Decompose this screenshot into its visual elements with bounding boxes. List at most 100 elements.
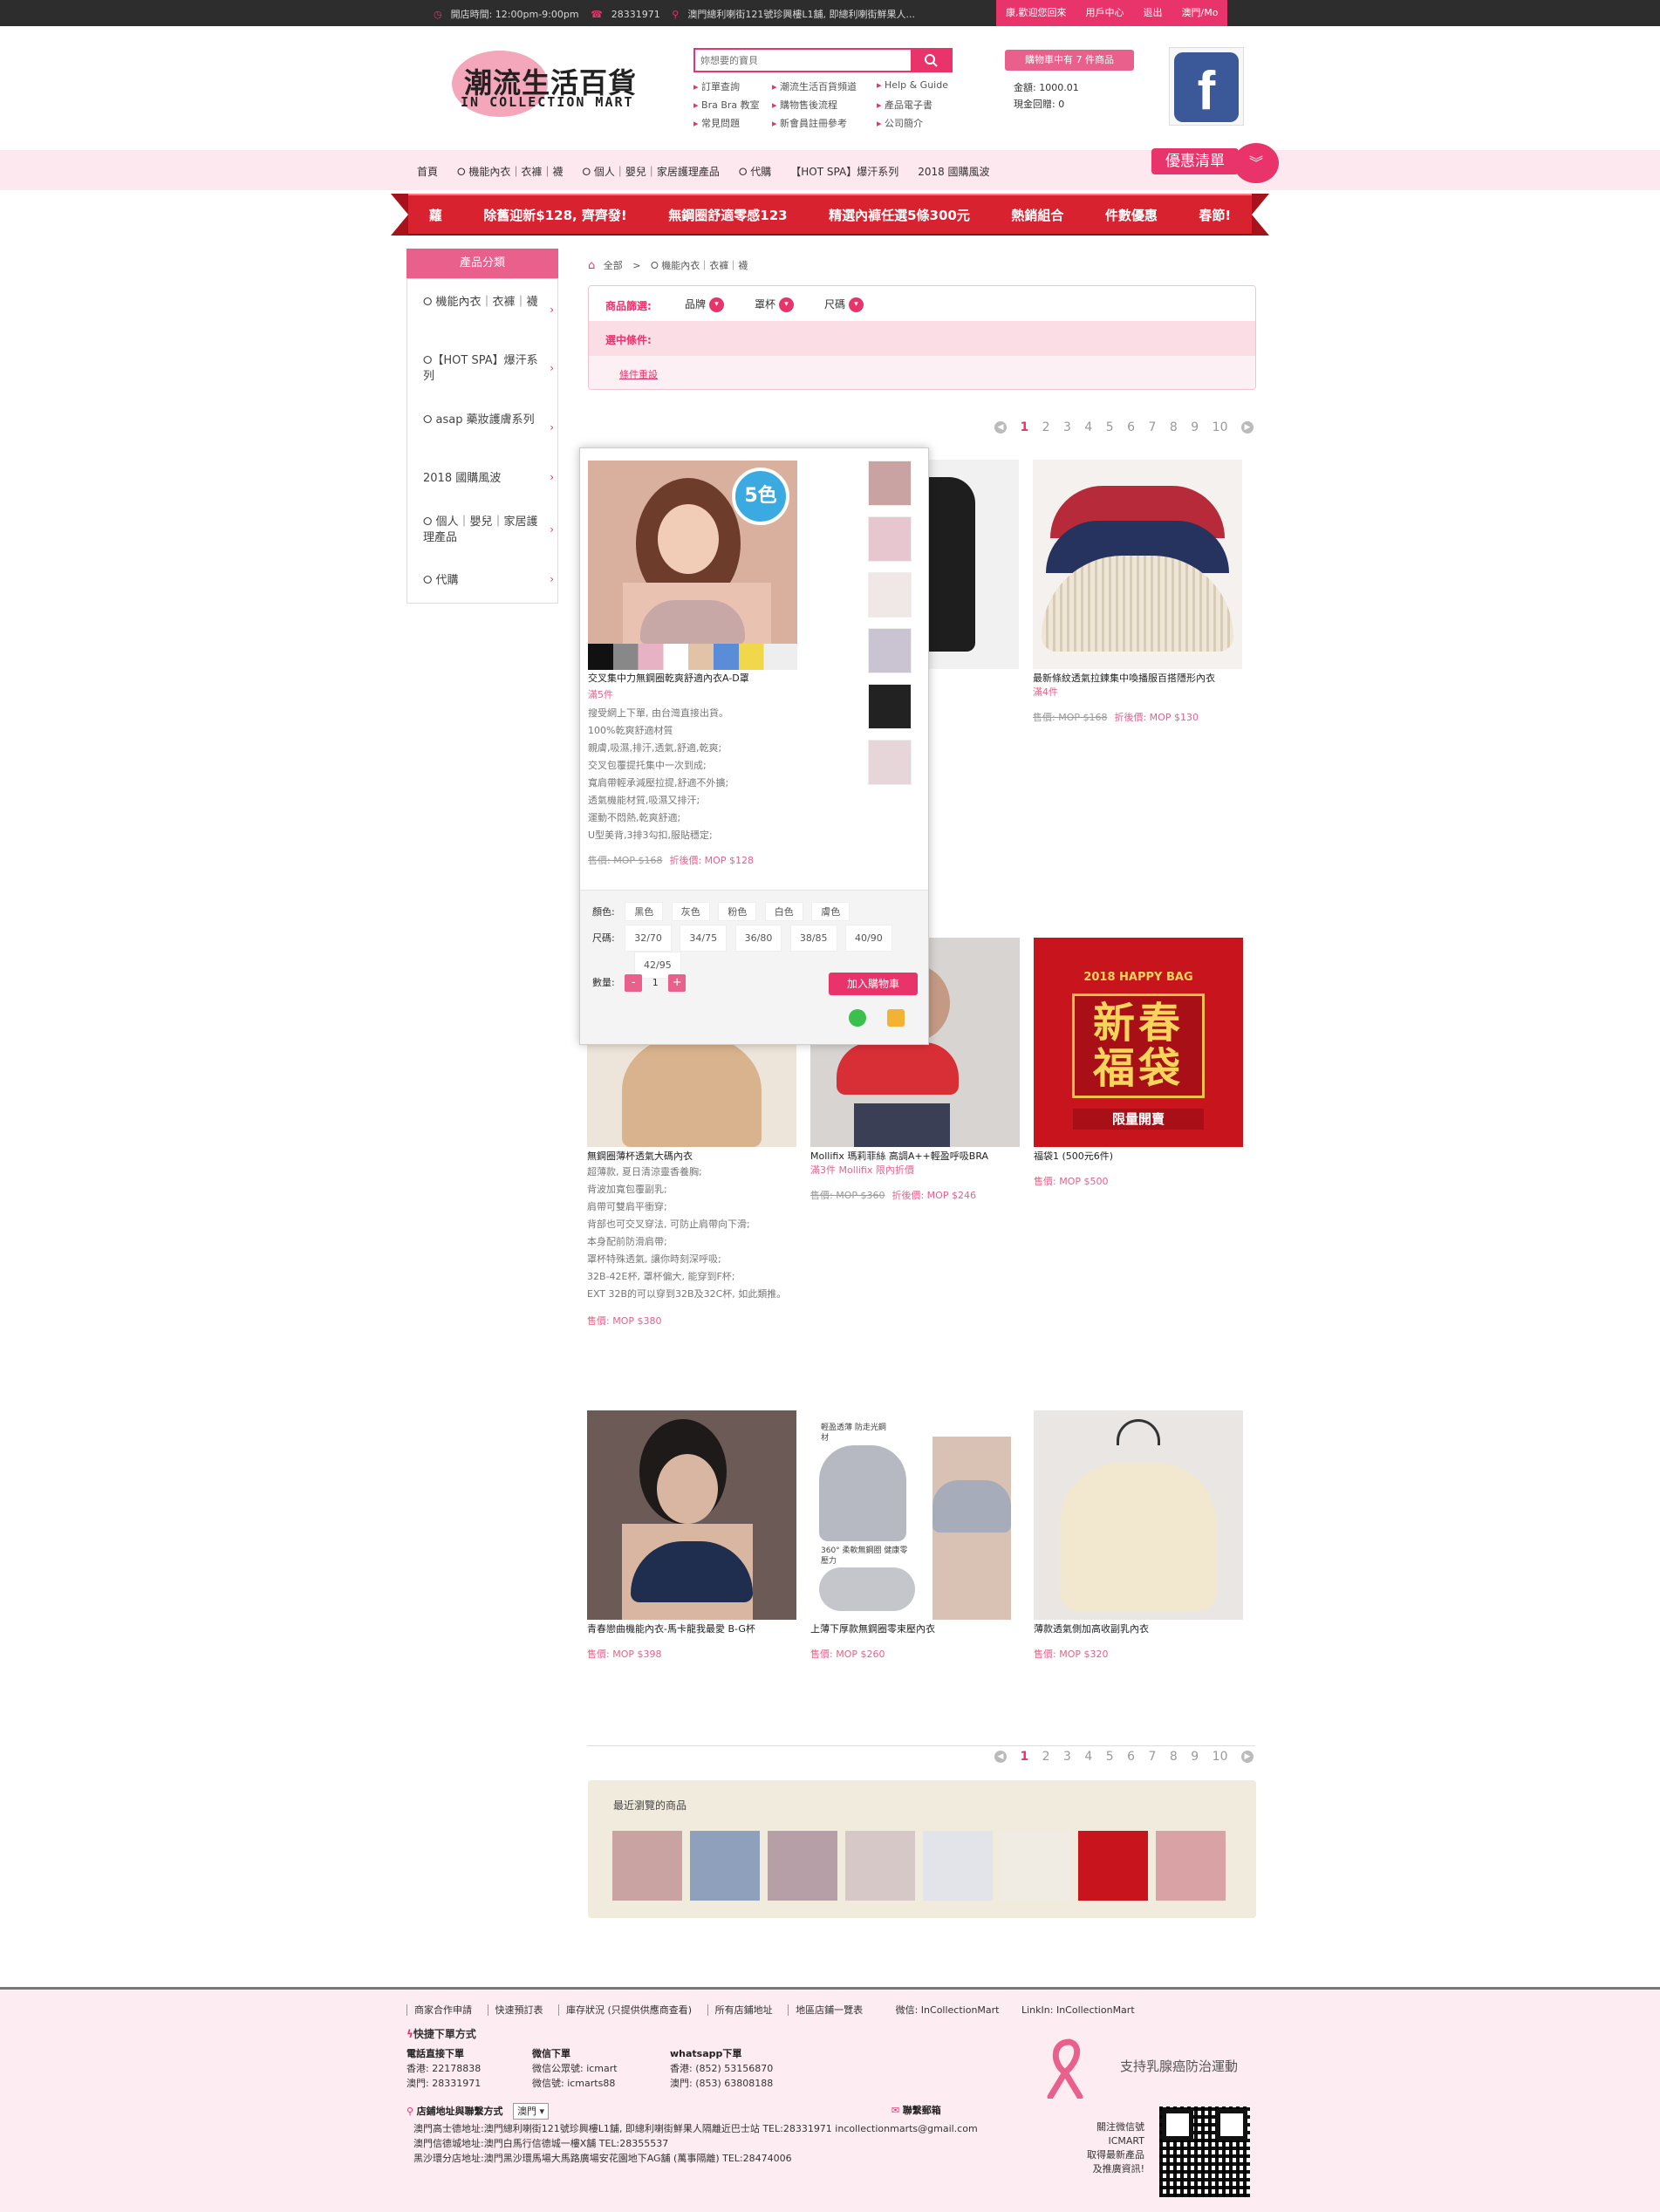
quick-link[interactable]: 潮流生活百貨頻道 xyxy=(772,79,877,93)
logout-link[interactable]: 退出 xyxy=(1134,0,1172,26)
page-link[interactable]: 8 xyxy=(1170,1750,1178,1764)
sidebar-item[interactable]: ⭘ asap 藥妝護膚系列 xyxy=(423,413,540,428)
page-link[interactable]: 1 xyxy=(1020,420,1028,434)
page-link[interactable]: 7 xyxy=(1149,420,1157,434)
ribbon-item[interactable]: 精選內褲任選5條300元 xyxy=(829,206,970,224)
product-name[interactable]: Mollifix 瑪莉菲絲 高調A++輕盈呼吸BRA xyxy=(810,1150,1020,1164)
size-option[interactable]: 32/70 xyxy=(625,925,672,952)
next-page-icon[interactable]: ▶ xyxy=(1240,421,1254,434)
prev-page-icon[interactable]: ◀ xyxy=(994,421,1007,434)
recent-item[interactable] xyxy=(768,1831,837,1901)
nav-hot-spa[interactable]: 【HOT SPA】爆汗系列 xyxy=(790,164,898,179)
sidebar-item[interactable]: 2018 國購風波 xyxy=(423,471,540,487)
color-option[interactable]: 黑色 xyxy=(625,902,664,921)
recent-item[interactable] xyxy=(845,1831,915,1901)
page-link[interactable]: 7 xyxy=(1149,1750,1157,1764)
size-option[interactable]: 38/85 xyxy=(789,925,837,952)
site-logo[interactable]: 潮流生活百貨 IN COLLECTION MART xyxy=(452,51,649,119)
recent-item[interactable] xyxy=(690,1831,760,1901)
thumbnail[interactable] xyxy=(868,461,912,506)
product-card[interactable]: 青春戀曲機能內衣-馬卡龍我最愛 B-G杯 售價: MOP $398 xyxy=(587,1410,796,1661)
search-input[interactable] xyxy=(695,50,905,71)
product-image[interactable] xyxy=(1034,1410,1243,1620)
page-link[interactable]: 10 xyxy=(1213,420,1228,434)
qty-minus-button[interactable]: - xyxy=(625,974,643,992)
recent-item[interactable] xyxy=(1001,1831,1070,1901)
recent-item[interactable] xyxy=(1156,1831,1226,1901)
thumbnail[interactable] xyxy=(868,628,912,673)
product-name[interactable]: 青春戀曲機能內衣-馬卡龍我最愛 B-G杯 xyxy=(587,1622,796,1636)
size-option[interactable]: 34/75 xyxy=(680,925,728,952)
sidebar-item[interactable]: ⭘ 代購 xyxy=(423,573,540,589)
quick-link[interactable]: Bra Bra 教室 xyxy=(693,98,772,112)
sidebar-item[interactable]: ⭘ 個人｜嬰兒｜家居護理產品 xyxy=(423,515,540,546)
recent-item[interactable] xyxy=(1078,1831,1148,1901)
ribbon-item[interactable]: 春節! xyxy=(1199,206,1231,224)
breadcrumb-home[interactable]: 全部 xyxy=(604,260,623,271)
nav-purchase-agent[interactable]: ⭘ 代購 xyxy=(739,164,771,179)
thumbnail[interactable] xyxy=(868,572,912,618)
nav-lingerie[interactable]: ⭘ 機能內衣｜衣褲｜襪 xyxy=(457,164,563,179)
product-card[interactable]: 薄款透氣側加高收副乳內衣 售價: MOP $320 xyxy=(1034,1410,1243,1661)
footer-link[interactable]: 地區店鋪一覽表 xyxy=(788,2004,864,2016)
qty-plus-button[interactable]: + xyxy=(668,974,687,992)
thumbnail[interactable] xyxy=(868,740,912,785)
page-link[interactable]: 6 xyxy=(1127,420,1135,434)
ribbon-item[interactable]: 件數優惠 xyxy=(1105,206,1158,224)
page-link[interactable]: 9 xyxy=(1191,1750,1199,1764)
ribbon-item[interactable]: 熱銷組合 xyxy=(1011,206,1063,224)
breadcrumb-current[interactable]: ⭘ 機能內衣｜衣褲｜襪 xyxy=(651,260,748,271)
wechat-share-icon[interactable] xyxy=(887,1009,905,1027)
popup-main-image[interactable]: 5色 xyxy=(588,461,797,670)
reset-filter-link[interactable]: 條件重設 xyxy=(619,367,658,381)
home-icon[interactable]: ⌂ xyxy=(588,259,595,272)
product-card[interactable]: 輕盈透薄 防走光鋼材 360° 柔軟無鋼圈 健康零壓力 上薄下厚款無鋼圈零束壓內… xyxy=(810,1410,1020,1661)
thumbnail[interactable] xyxy=(868,516,912,562)
product-name[interactable]: 福袋1 (500元6件) xyxy=(1034,1150,1243,1164)
facebook-link[interactable]: f xyxy=(1169,47,1244,126)
product-card[interactable]: 最新條紋透氣拉鍊集中喚播服百搭隱形內衣 滿4件 售價: MOP $168 折後價:… xyxy=(1033,460,1242,724)
qty-value[interactable]: 1 xyxy=(652,977,659,988)
product-name[interactable]: 薄款透氣側加高收副乳內衣 xyxy=(1034,1622,1243,1636)
quick-link[interactable]: 公司簡介 xyxy=(877,116,973,130)
page-link[interactable]: 3 xyxy=(1063,420,1071,434)
product-name[interactable]: 最新條紋透氣拉鍊集中喚播服百搭隱形內衣 xyxy=(1033,672,1242,686)
ribbon-item[interactable]: 除舊迎新$128, 齊齊發! xyxy=(483,206,627,224)
quick-link[interactable]: 新會員註冊參考 xyxy=(772,116,877,130)
page-link[interactable]: 3 xyxy=(1063,1750,1071,1764)
product-image[interactable] xyxy=(1033,460,1242,669)
next-page-icon[interactable]: ▶ xyxy=(1240,1751,1254,1763)
filter-brand[interactable]: 品牌 ▾ xyxy=(685,297,725,312)
promo-list-tag[interactable]: 優惠清單 ︾ xyxy=(1151,143,1282,183)
page-link[interactable]: 6 xyxy=(1127,1750,1135,1764)
size-option[interactable]: 36/80 xyxy=(734,925,782,952)
size-option[interactable]: 40/90 xyxy=(845,925,892,952)
quick-link[interactable]: Help & Guide xyxy=(877,79,973,93)
page-link[interactable]: 1 xyxy=(1020,1750,1028,1764)
color-option[interactable]: 白色 xyxy=(764,902,803,921)
quick-link[interactable]: 購物售後流程 xyxy=(772,98,877,112)
ribbon-item[interactable]: 無鋼圈舒適零感123 xyxy=(668,206,787,224)
product-image[interactable]: 輕盈透薄 防走光鋼材 360° 柔軟無鋼圈 健康零壓力 xyxy=(810,1410,1020,1620)
page-link[interactable]: 8 xyxy=(1170,420,1178,434)
filter-size[interactable]: 尺碼 ▾ xyxy=(824,297,864,312)
color-option[interactable]: 膚色 xyxy=(811,902,850,921)
region-select[interactable]: 澳門 ▾ xyxy=(513,2103,550,2120)
color-option[interactable]: 灰色 xyxy=(671,902,710,921)
ribbon-item[interactable]: 蘿 xyxy=(429,206,442,224)
product-name[interactable]: 無鋼圈薄杯透氣大碼內衣 xyxy=(587,1150,796,1164)
region-link[interactable]: 澳門/Mo xyxy=(1172,0,1228,26)
page-link[interactable]: 9 xyxy=(1191,420,1199,434)
footer-link[interactable]: 快速預訂表 xyxy=(487,2004,543,2016)
nav-home[interactable]: 首頁 xyxy=(417,164,438,179)
page-link[interactable]: 4 xyxy=(1084,420,1092,434)
page-link[interactable]: 10 xyxy=(1213,1750,1228,1764)
nav-personal-care[interactable]: ⭘ 個人｜嬰兒｜家居護理產品 xyxy=(582,164,719,179)
page-link[interactable]: 5 xyxy=(1106,1750,1114,1764)
product-image[interactable] xyxy=(587,1410,796,1620)
welcome-link[interactable]: 康,歡迎您回來 xyxy=(996,0,1076,26)
filter-cup[interactable]: 罩杯 ▾ xyxy=(755,297,795,312)
add-to-cart-button[interactable]: 加入購物車 xyxy=(829,973,918,995)
footer-link[interactable]: 庫存狀況 (只提供供應商查看) xyxy=(558,2004,693,2016)
quick-link[interactable]: 常見問題 xyxy=(693,116,772,130)
